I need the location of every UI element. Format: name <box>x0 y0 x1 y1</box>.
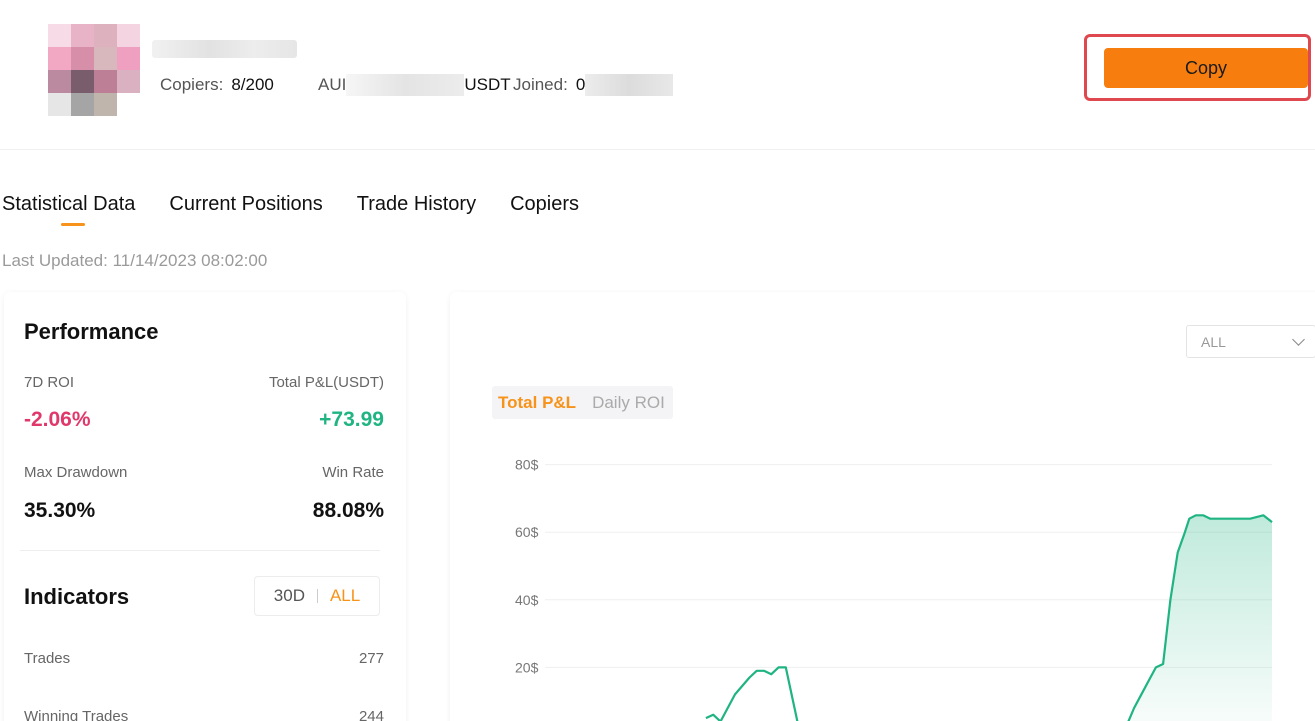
y-tick-label: 80$ <box>515 457 539 473</box>
y-tick-label: 20$ <box>515 659 539 675</box>
y-tick-label: 60$ <box>515 524 539 540</box>
pnl-chart: 80$ 60$ 40$ 20$ <box>515 457 1273 721</box>
y-tick-label: 40$ <box>515 592 539 608</box>
